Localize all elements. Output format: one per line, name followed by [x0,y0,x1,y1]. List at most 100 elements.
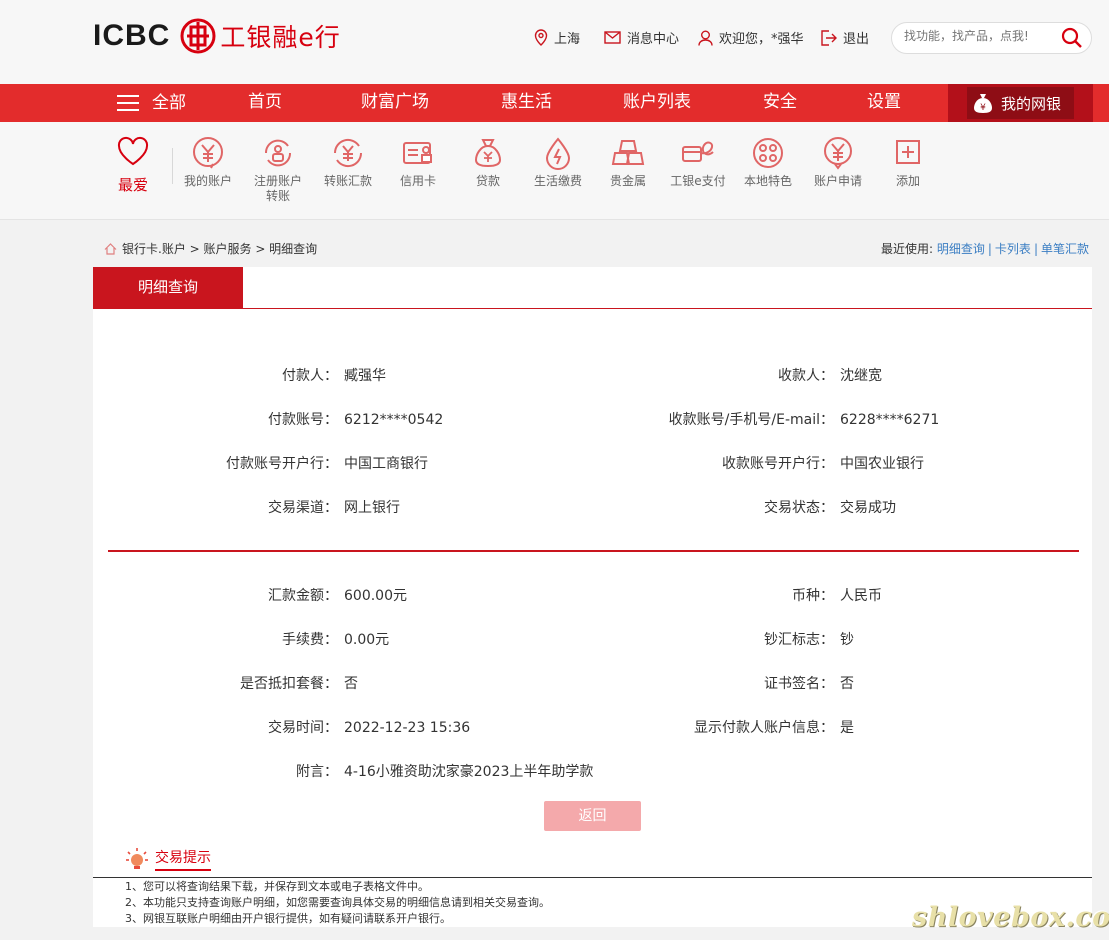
quick-e-pay[interactable]: 工银e支付 [663,136,733,189]
memo-value: 4-16小雅资助沈家豪2023上半年助学款 [344,764,594,780]
nav-settings[interactable]: 设置 [867,84,901,122]
currency-label: 币种： [792,588,834,604]
favorites-label: 最爱 [117,176,148,194]
location-pin-icon [534,29,548,46]
user-welcome[interactable]: 欢迎您，*强华 [698,28,804,47]
logo-cn: 工银融e行 [220,23,341,52]
quick-credit-card[interactable]: 信用卡 [383,136,453,189]
top-header: ICBC 工银融e行 上海 消息中心 欢迎您，*强华 退出 [0,0,1109,84]
show-payer-label: 显示付款人账户信息： [694,720,834,736]
my-ebank[interactable]: ¥ 我的网银 [948,84,1093,122]
quick-transfer[interactable]: 转账汇款 [313,136,383,189]
quick-loan-label: 贷款 [475,174,500,188]
quick-add[interactable]: 添加 [873,136,943,189]
loan-bag-icon [474,139,502,168]
cert-value: 否 [840,676,854,692]
quick-precious-metal[interactable]: 贵金属 [593,136,663,189]
credit-card-icon [403,142,432,164]
quick-credit-card-label: 信用卡 [399,174,436,188]
location-link[interactable]: 上海 [534,28,580,47]
tips-title: 交易提示 [155,847,211,871]
logout-link[interactable]: 退出 [820,28,869,47]
tips-header: 交易提示 [125,847,211,871]
tip-line-2: 2、本功能只支持查询账户明细，如您需要查询具体交易的明细信息请到相关交易查询。 [125,896,550,909]
my-ebank-label: 我的网银 [1001,94,1062,113]
tab-detail-query[interactable]: 明细查询 [93,267,243,308]
nav-home[interactable]: 首页 [248,84,282,122]
show-payer-value: 是 [840,720,854,736]
status-label: 交易状态： [764,500,834,516]
logout-icon [821,29,837,46]
main-nav: 全部 首页 财富广场 惠生活 账户列表 安全 设置 [0,84,1109,122]
search-input[interactable] [904,29,1054,43]
local-dots-icon [753,138,783,168]
account-apply-icon [824,137,852,170]
nav-all-menu[interactable]: 全部 [117,84,186,122]
quick-my-account-label: 我的账户 [183,174,232,188]
tip-line-3: 3、网银互联账户明细由开户银行提供，如有疑问请联系开户银行。 [125,912,451,925]
nav-life[interactable]: 惠生活 [501,84,552,122]
nav-security[interactable]: 安全 [763,84,797,122]
icbc-logo[interactable]: ICBC 工银融e行 [93,18,341,54]
quick-local-feature-label: 本地特色 [743,174,792,188]
utility-drop-icon [545,137,571,170]
search-icon[interactable] [1061,27,1083,49]
payee-account-label: 收款账号/手机号/E-mail： [668,412,834,428]
my-ebank-button[interactable]: ¥ 我的网银 [967,87,1074,119]
quick-e-pay-label: 工银e支付 [670,174,726,188]
nav-wealth[interactable]: 财富广场 [361,84,429,122]
back-button[interactable]: 返回 [544,801,641,831]
quick-menu: 最爱 我的账户 注册账户转账 转账汇款 信用卡 贷款 生活缴费 贵金属 工银e支… [0,122,1109,220]
quick-precious-metal-label: 贵金属 [609,174,646,188]
nav-accounts[interactable]: 账户列表 [623,84,691,122]
quick-add-label: 添加 [895,174,920,188]
quick-register-transfer-label: 注册账户转账 [253,174,302,203]
home-icon[interactable] [104,242,117,255]
nav-all-label: 全部 [152,93,186,113]
icbc-logo-icon [180,18,216,54]
quick-local-feature[interactable]: 本地特色 [733,136,803,189]
quick-account-apply[interactable]: 账户申请 [803,136,873,189]
payee-bank-value: 中国农业银行 [840,456,924,472]
logout-label: 退出 [843,32,870,47]
tips-divider [93,877,1092,878]
payee-label: 收款人： [778,368,834,384]
logo-en: ICBC [93,19,171,52]
recent-used: 最近使用: 明细查询 | 卡列表 | 单笔汇款 [880,242,1089,256]
watermark: shlovebox.com [912,902,1109,933]
status-value: 交易成功 [840,500,896,516]
location-label: 上海 [554,32,581,47]
register-transfer-icon [264,139,292,167]
add-icon [896,140,920,164]
tab-bar: 明细查询 [93,267,1092,309]
menu-icon [117,95,139,111]
memo-label: 附言： [296,764,338,780]
breadcrumb-path[interactable]: 银行卡.账户 > 账户服务 > 明细查询 [122,240,317,257]
user-icon [698,30,713,46]
quick-transfer-label: 转账汇款 [323,174,372,188]
quick-utility-label: 生活缴费 [533,174,582,188]
gold-bars-icon [611,140,645,165]
recent-link-card-list[interactable]: 卡列表 [995,242,1031,256]
svg-text:¥: ¥ [980,103,986,113]
welcome-label: 欢迎您，*强华 [719,32,804,47]
breadcrumb: 银行卡.账户 > 账户服务 > 明细查询 [104,240,317,257]
message-center-link[interactable]: 消息中心 [604,28,679,47]
cash-flag-value: 钞 [840,632,854,648]
tip-line-1: 1、您可以将查询结果下载，并保存到文本或电子表格文件中。 [125,880,429,893]
currency-value: 人民币 [840,588,882,604]
message-center-label: 消息中心 [627,32,680,47]
e-pay-icon [682,141,714,162]
recent-link-single-transfer[interactable]: 单笔汇款 [1041,242,1089,256]
cert-label: 证书签名： [764,676,834,692]
payee-value: 沈继宽 [840,368,882,384]
quick-utility[interactable]: 生活缴费 [523,136,593,189]
quick-register-transfer[interactable]: 注册账户转账 [243,136,313,204]
recent-label: 最近使用: [880,242,934,256]
payee-account-value: 6228****6271 [840,412,940,428]
quick-loan[interactable]: 贷款 [453,136,523,189]
favorites[interactable]: 最爱 [112,136,154,195]
recent-link-detail[interactable]: 明细查询 [937,242,985,256]
quick-my-account[interactable]: 我的账户 [173,136,243,189]
yen-circle-icon [193,137,223,169]
